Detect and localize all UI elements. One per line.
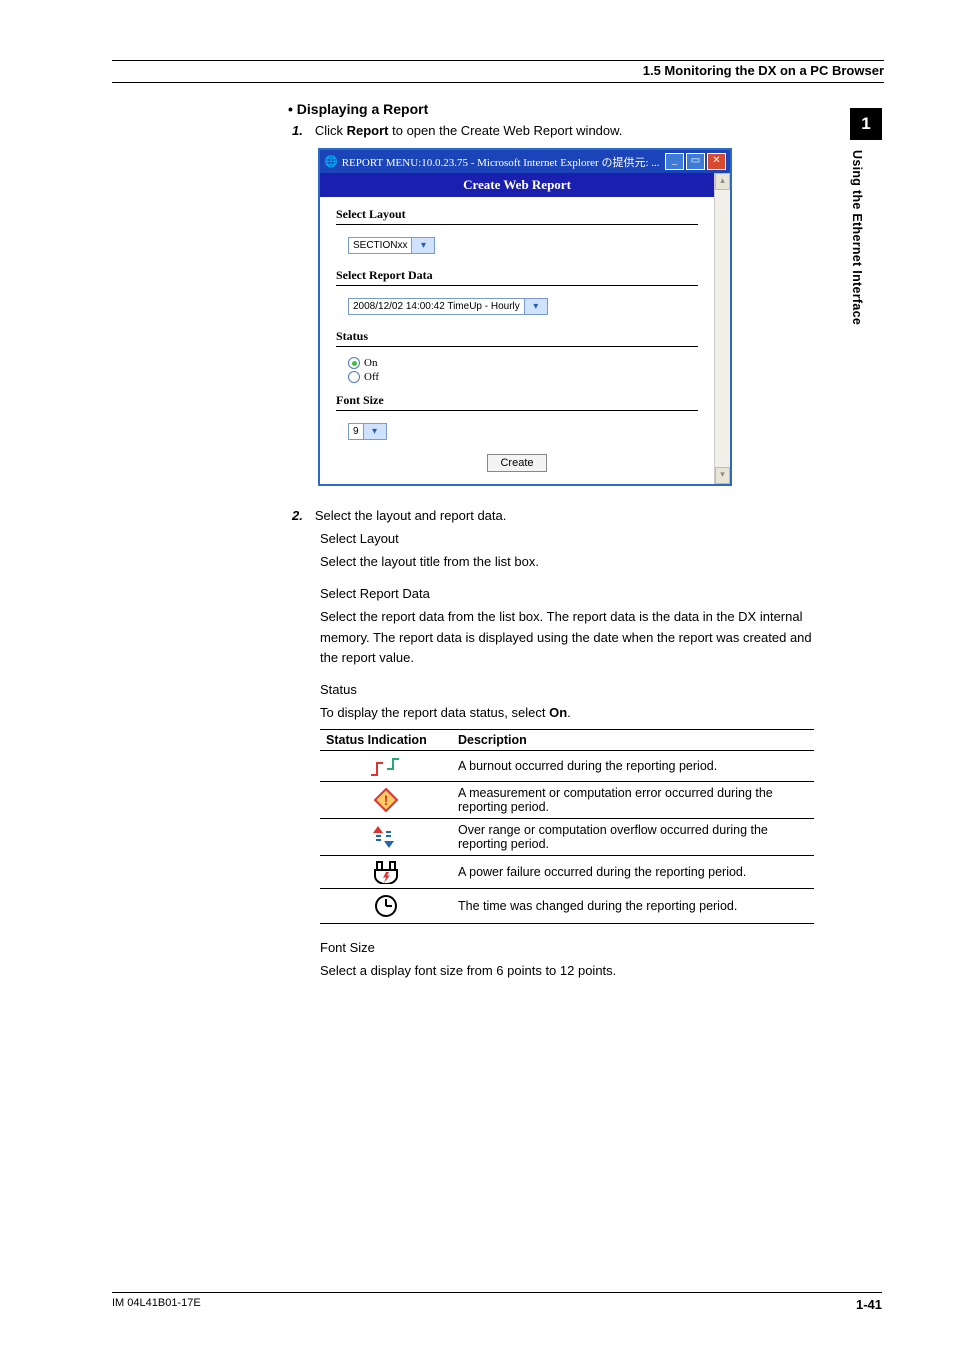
rule [112,60,884,61]
table-row: Over range or computation overflow occur… [320,819,814,856]
select-font-size[interactable]: 9▾ [348,423,387,440]
step-text: Select the layout and report data. [315,508,507,523]
burnout-icon [320,751,452,782]
step-1: 1. Click Report to open the Create Web R… [292,123,814,138]
time-change-icon [320,889,452,924]
overflow-icon [320,819,452,856]
create-button[interactable]: Create [487,454,546,472]
label-select-layout: Select Layout [336,207,698,222]
subhead-font-size: Font Size [320,938,814,958]
text-font-size: Select a display font size from 6 points… [320,961,814,981]
error-icon: ! [320,782,452,819]
section-header: 1.5 Monitoring the DX on a PC Browser [112,63,884,78]
content: Displaying a Report 1. Click Report to o… [288,101,814,981]
table-row: The time was changed during the reportin… [320,889,814,924]
step-number: 2. [292,508,303,523]
text-status: To display the report data status, selec… [320,703,814,723]
step-text: Click Report to open the Create Web Repo… [315,123,623,138]
ie-window: 🌐 REPORT MENU:10.0.23.75 - Microsoft Int… [318,148,732,486]
maximize-button[interactable]: ▭ [686,153,705,170]
step-number: 1. [292,123,303,138]
label-select-report-data: Select Report Data [336,268,698,283]
footer: IM 04L41B01-17E 1-41 [112,1292,882,1312]
step-2: 2. Select the layout and report data. [292,508,814,523]
col-status-indication: Status Indication [320,730,452,751]
col-description: Description [452,730,814,751]
window-body: ▴ ▾ Create Web Report Select Layout SECT… [320,173,730,484]
svg-text:!: ! [384,792,389,808]
chevron-down-icon: ▾ [363,424,386,439]
row-desc: A measurement or computation error occur… [452,782,814,819]
chapter-number: 1 [850,108,882,140]
heading-displaying-report: Displaying a Report [288,101,814,117]
row-desc: A power failure occurred during the repo… [452,856,814,889]
status-table: Status Indication Description A burnout … [320,729,814,924]
form-header: Create Web Report [320,173,714,197]
rule [112,82,884,83]
label-status: Status [336,329,698,344]
chapter-title: Using the Ethernet Interface [850,140,864,325]
subhead-select-report-data: Select Report Data [320,584,814,604]
window-title: REPORT MENU:10.0.23.75 - Microsoft Inter… [342,154,661,170]
table-row: A burnout occurred during the reporting … [320,751,814,782]
window-buttons: _ ▭ ✕ [665,153,726,170]
row-desc: A burnout occurred during the reporting … [452,751,814,782]
scroll-down-icon[interactable]: ▾ [715,467,730,484]
radio-on[interactable]: On [348,357,698,369]
text-select-layout: Select the layout title from the list bo… [320,552,814,572]
chevron-down-icon: ▾ [524,299,547,314]
text-select-report-data: Select the report data from the list box… [320,607,814,667]
radio-off[interactable]: Off [348,371,698,383]
close-button[interactable]: ✕ [707,153,726,170]
row-desc: Over range or computation overflow occur… [452,819,814,856]
row-desc: The time was changed during the reportin… [452,889,814,924]
scrollbar[interactable]: ▴ ▾ [714,173,730,484]
side-rail: 1 Using the Ethernet Interface [850,108,882,325]
subhead-status: Status [320,680,814,700]
label-font-size: Font Size [336,393,698,408]
scroll-up-icon[interactable]: ▴ [715,173,730,190]
table-row: A power failure occurred during the repo… [320,856,814,889]
select-report-data[interactable]: 2008/12/02 14:00:42 TimeUp - Hourly▾ [348,298,548,315]
page: 1.5 Monitoring the DX on a PC Browser 1 … [0,0,954,1350]
minimize-button[interactable]: _ [665,153,684,170]
window-titlebar: 🌐 REPORT MENU:10.0.23.75 - Microsoft Int… [320,150,730,173]
chevron-down-icon: ▾ [411,238,434,253]
power-failure-icon [320,856,452,889]
doc-id: IM 04L41B01-17E [112,1297,201,1312]
ie-icon: 🌐 [324,155,338,168]
select-layout[interactable]: SECTIONxx▾ [348,237,435,254]
table-row: ! A measurement or computation error occ… [320,782,814,819]
page-number: 1-41 [856,1297,882,1312]
subhead-select-layout: Select Layout [320,529,814,549]
